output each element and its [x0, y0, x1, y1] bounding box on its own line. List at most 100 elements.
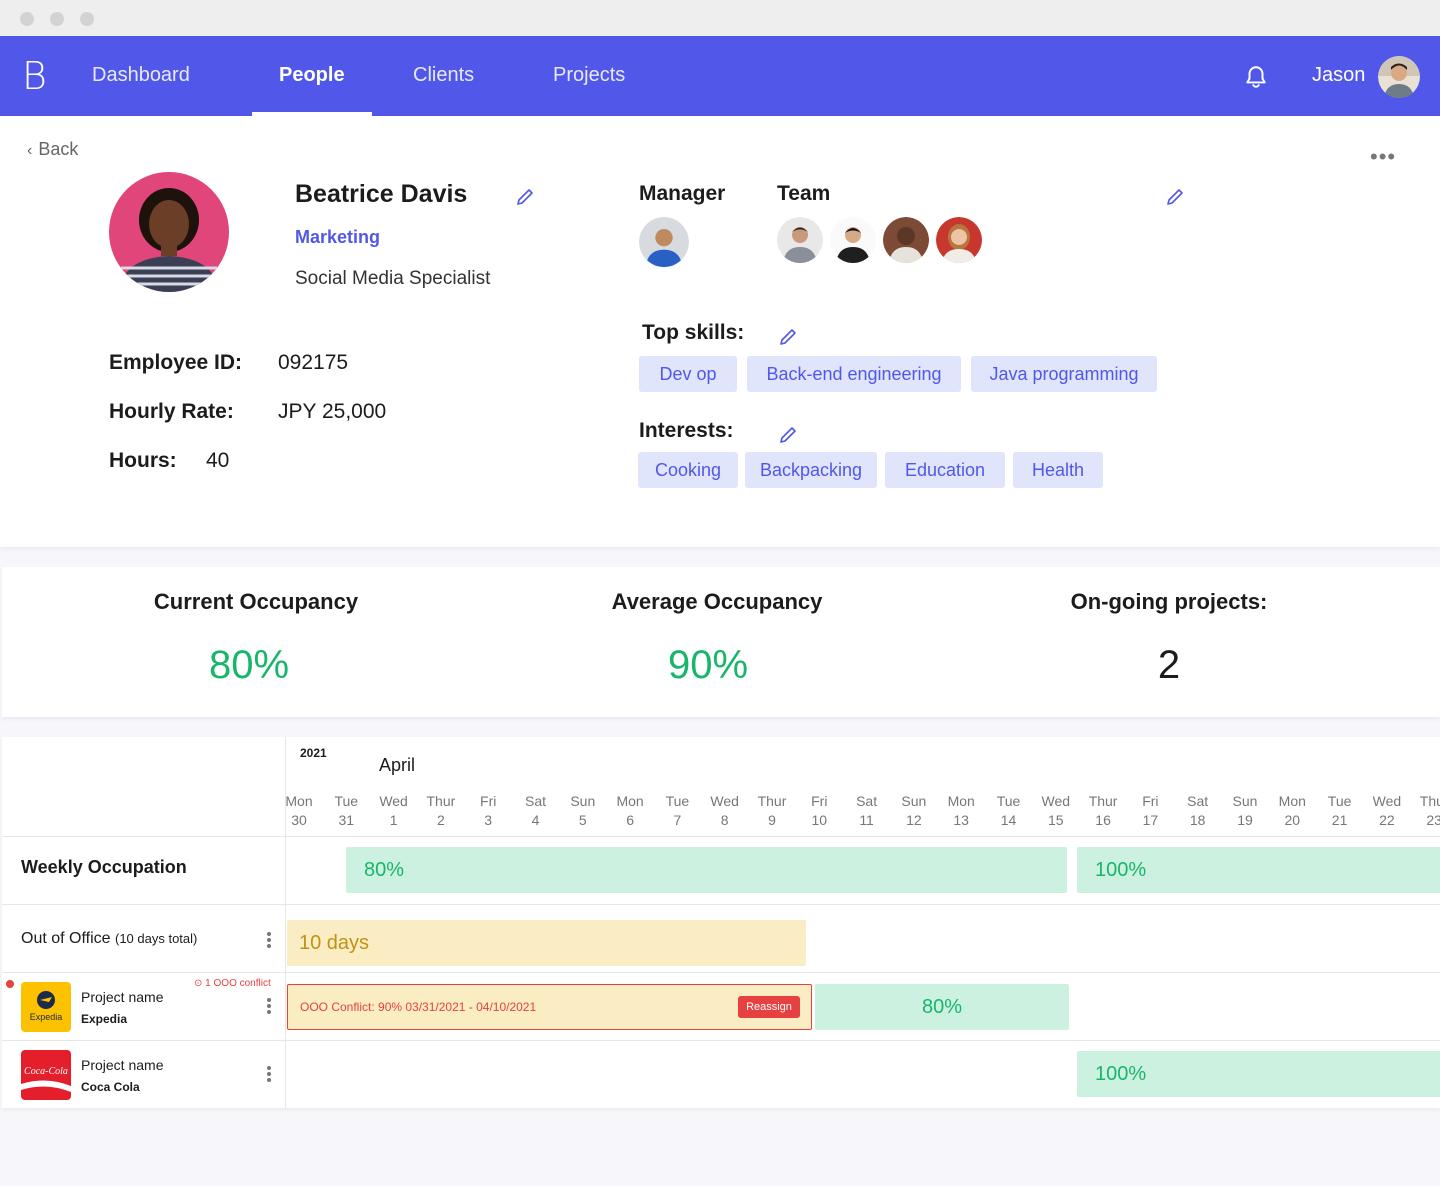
- day-number: 9: [768, 812, 776, 828]
- back-label: Back: [38, 139, 79, 159]
- day-header: Fri 17: [1128, 792, 1172, 830]
- day-number: 8: [720, 812, 729, 828]
- manager-label: Manager: [639, 182, 726, 205]
- user-avatar[interactable]: [1378, 56, 1420, 98]
- edit-skills-pencil-icon[interactable]: [778, 327, 798, 347]
- day-number: 18: [1189, 812, 1206, 828]
- day-number: 22: [1379, 812, 1395, 828]
- day-number: 16: [1095, 812, 1111, 828]
- ooo-conflict-bar[interactable]: OOO Conflict: 90% 03/31/2021 - 04/10/202…: [287, 984, 812, 1030]
- day-weekday: Wed: [710, 793, 739, 809]
- day-weekday: Tue: [665, 793, 690, 809]
- day-number: 14: [1000, 812, 1017, 828]
- team-member-avatar[interactable]: [830, 217, 876, 263]
- window-maximize-dot[interactable]: [80, 12, 94, 26]
- day-header: Fri 10: [797, 792, 841, 830]
- svg-text:Expedia: Expedia: [30, 1012, 63, 1022]
- top-skills-label: Top skills:: [642, 321, 745, 344]
- day-number: 3: [484, 812, 493, 828]
- day-weekday: Fri: [811, 793, 828, 809]
- day-weekday: Mon: [285, 793, 313, 809]
- project-menu-icon[interactable]: [264, 996, 274, 1018]
- team-member-avatar[interactable]: [936, 217, 982, 263]
- weekly-occupation-bar[interactable]: 80%: [346, 847, 1067, 893]
- timeline-month: April: [379, 755, 416, 775]
- project-name-label: Project name: [81, 989, 164, 1005]
- manager-avatar[interactable]: [639, 217, 689, 267]
- project-occupation-bar[interactable]: 80%: [815, 984, 1069, 1030]
- occupancy-stats: Current Occupancy 80% Average Occupancy …: [2, 567, 1440, 717]
- conflict-badge-text: 1 OOO conflict: [205, 978, 271, 989]
- day-weekday: Thur: [426, 793, 456, 809]
- average-occupancy-label: Average Occupancy: [611, 589, 823, 614]
- day-header: Sun 5: [561, 792, 605, 830]
- nav-dashboard[interactable]: Dashboard: [92, 64, 190, 87]
- edit-team-pencil-icon[interactable]: [1165, 187, 1185, 207]
- day-header: Sat 18: [1176, 792, 1220, 830]
- coca-cola-logo: Coca-Cola: [21, 1050, 71, 1100]
- interest-chip[interactable]: Backpacking: [745, 452, 877, 488]
- top-nav: B Dashboard People Clients Projects Jaso…: [0, 36, 1440, 116]
- team-label: Team: [777, 182, 831, 205]
- skill-chip[interactable]: Java programming: [971, 356, 1157, 392]
- reassign-button[interactable]: Reassign: [738, 996, 800, 1018]
- hours-label: Hours:: [109, 449, 177, 472]
- day-header: Mon 20: [1270, 792, 1314, 830]
- user-name[interactable]: Jason: [1312, 64, 1365, 87]
- project-menu-icon[interactable]: [264, 1064, 274, 1086]
- app-logo[interactable]: B: [22, 54, 47, 98]
- more-options-icon[interactable]: •••: [1370, 146, 1396, 168]
- ooo-menu-icon[interactable]: [264, 930, 274, 952]
- back-link[interactable]: ‹ Back: [27, 139, 78, 160]
- day-header: Tue 7: [655, 792, 699, 830]
- day-weekday: Wed: [379, 793, 408, 809]
- day-number: 13: [953, 812, 969, 828]
- day-number: 20: [1284, 812, 1301, 828]
- edit-interests-pencil-icon[interactable]: [778, 425, 798, 445]
- day-header: Tue 31: [324, 792, 368, 830]
- nav-clients[interactable]: Clients: [413, 64, 474, 87]
- day-number: 15: [1048, 812, 1064, 828]
- day-weekday: Fri: [1142, 793, 1159, 809]
- weekly-occupation-bar[interactable]: 100%: [1077, 847, 1440, 893]
- average-occupancy-value: 90%: [667, 643, 749, 687]
- window-close-dot[interactable]: [20, 12, 34, 26]
- day-header: Tue 14: [987, 792, 1031, 830]
- window-minimize-dot[interactable]: [50, 12, 64, 26]
- day-weekday: Sun: [901, 793, 927, 809]
- interest-chip[interactable]: Cooking: [638, 452, 738, 488]
- team-member-avatar[interactable]: [777, 217, 823, 263]
- project-name-label: Project name: [81, 1057, 164, 1073]
- nav-projects[interactable]: Projects: [553, 64, 625, 87]
- day-weekday: Wed: [1372, 793, 1402, 809]
- current-occupancy-label: Current Occupancy: [153, 589, 359, 614]
- interest-chip[interactable]: Education: [885, 452, 1005, 488]
- day-weekday: Sun: [570, 793, 596, 809]
- window-titlebar: [0, 0, 1440, 36]
- ongoing-projects-value: 2: [1157, 643, 1181, 687]
- out-of-office-bar[interactable]: 10 days: [287, 920, 806, 966]
- skill-chip[interactable]: Dev op: [639, 356, 737, 392]
- edit-name-pencil-icon[interactable]: [515, 187, 535, 207]
- day-weekday: Fri: [480, 793, 497, 809]
- skill-chip[interactable]: Back-end engineering: [747, 356, 961, 392]
- day-header: Thur 23: [1412, 792, 1440, 830]
- employee-name: Beatrice Davis: [295, 180, 468, 208]
- day-header: Sat 4: [514, 792, 558, 830]
- row-divider: [2, 836, 1440, 837]
- project-client: Coca Cola: [81, 1080, 140, 1094]
- day-weekday: Thur: [757, 793, 787, 809]
- employee-department[interactable]: Marketing: [295, 227, 380, 248]
- interest-chip[interactable]: Health: [1013, 452, 1103, 488]
- project-occupation-bar[interactable]: 100%: [1077, 1051, 1440, 1097]
- team-member-avatar[interactable]: [883, 217, 929, 263]
- notification-bell-icon[interactable]: [1243, 64, 1269, 90]
- day-number: 12: [906, 812, 922, 828]
- conflict-badge: ⊙ 1 OOO conflict: [194, 978, 271, 989]
- conflict-text: OOO Conflict: 90% 03/31/2021 - 04/10/202…: [300, 1000, 537, 1014]
- nav-people[interactable]: People: [279, 64, 345, 87]
- interests-label: Interests:: [639, 419, 734, 442]
- day-header: Wed 8: [703, 792, 747, 830]
- weekly-occupation-label: Weekly Occupation: [21, 857, 187, 877]
- day-number: 1: [389, 812, 398, 828]
